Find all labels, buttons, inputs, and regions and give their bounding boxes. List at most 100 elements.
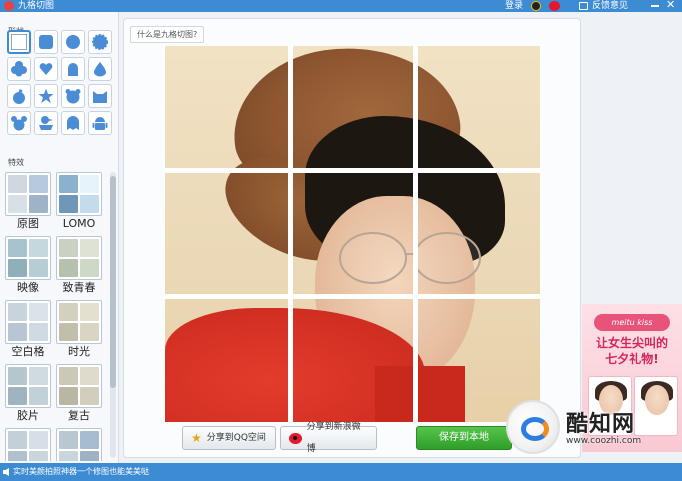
android-icon [92, 117, 108, 130]
effect-thumbnail [5, 300, 51, 344]
title-bar: 九格切图 登录 反馈意见 ✕ [0, 0, 682, 12]
effect-film[interactable]: 胶片 [5, 364, 51, 423]
qq-icon[interactable] [531, 1, 541, 11]
ad-headline-2: 七夕礼物! [605, 352, 659, 366]
star-icon [38, 88, 54, 103]
arch-icon [68, 63, 78, 76]
feedback-link[interactable]: 反馈意见 [592, 0, 628, 12]
effect-original[interactable]: 原图 [5, 172, 51, 231]
circle-icon [66, 35, 80, 49]
effect-item[interactable] [56, 428, 102, 461]
shape-bear-button[interactable] [61, 84, 85, 108]
window-title: 九格切图 [18, 1, 55, 11]
effect-label: 原图 [17, 217, 39, 230]
thumbnail-tile [29, 195, 48, 213]
shape-grid [7, 30, 115, 135]
shape-arch-button[interactable] [61, 57, 85, 81]
thumbnail-tile [80, 195, 99, 213]
thumbnail-tile [29, 303, 48, 321]
effect-yingxiang[interactable]: 映像 [5, 236, 51, 295]
shape-scallop-button[interactable] [88, 30, 112, 54]
watermark-logo-mark [521, 417, 549, 441]
thumbnail-tile [29, 175, 48, 193]
shape-flower-button[interactable] [7, 57, 31, 81]
thumbnail-tile [29, 451, 48, 461]
shape-drop-button[interactable] [88, 57, 112, 81]
effect-youth[interactable]: 致青春 [56, 236, 102, 295]
shape-star-button[interactable] [34, 84, 58, 108]
effects-scrollbar[interactable] [110, 172, 116, 458]
effect-thumbnail [56, 300, 102, 344]
effect-item[interactable] [5, 428, 51, 461]
shape-square-button[interactable] [7, 30, 31, 54]
thumbnail-tile [29, 259, 48, 277]
thumbnail-tile [29, 387, 48, 405]
login-link[interactable]: 登录 [505, 0, 523, 12]
thumbnail-tile [59, 303, 78, 321]
effect-thumbnail [56, 364, 102, 408]
save-local-label: 保存到本地 [439, 432, 489, 443]
thumbnail-tile [80, 259, 99, 277]
effect-lomo[interactable]: LOMO [56, 172, 102, 231]
thumbnail-tile [8, 303, 27, 321]
scallop-icon [92, 34, 108, 50]
share-qzone-label: 分享到QQ空间 [206, 433, 266, 443]
shape-apple-button[interactable] [7, 84, 31, 108]
bear-icon [11, 116, 27, 131]
effect-time[interactable]: 时光 [56, 300, 102, 359]
effects-list: 原图 LOMO 映像 致青春 空白格 时光 胶片 复古 [5, 172, 111, 461]
ad-headline-1: 让女生尖叫的 [595, 336, 668, 350]
status-text[interactable]: 实时美颜拍照神器一个修图也能美美哒 [13, 463, 149, 481]
thumbnail-tile [59, 451, 78, 461]
thumbnail-tile [59, 431, 78, 449]
feedback-icon[interactable] [579, 2, 588, 10]
shape-rounded-square-button[interactable] [34, 30, 58, 54]
save-local-button[interactable]: 保存到本地 [416, 426, 512, 450]
effect-label: 胶片 [17, 409, 39, 422]
thumbnail-tile [59, 323, 78, 341]
shape-cat-button[interactable] [88, 84, 112, 108]
close-button[interactable]: ✕ [666, 0, 675, 11]
weibo-icon[interactable] [549, 1, 560, 11]
thumbnail-tile [59, 387, 78, 405]
square-icon [11, 34, 27, 50]
ad-brand: meitu kiss [594, 314, 670, 331]
share-weibo-button[interactable]: 分享到新浪微博 [280, 422, 377, 454]
effect-label: 空白格 [11, 345, 45, 358]
thumbnail-tile [29, 239, 48, 257]
effect-blank-grid[interactable]: 空白格 [5, 300, 51, 359]
thumbnail-tile [80, 387, 99, 405]
thumbnail-tile [8, 431, 27, 449]
thumbnail-tile [29, 323, 48, 341]
shape-ghost-button[interactable] [61, 111, 85, 135]
photo-glasses [339, 232, 481, 284]
effect-thumbnail [5, 364, 51, 408]
shape-circle-button[interactable] [61, 30, 85, 54]
photo-shirt-shade [375, 366, 465, 422]
thumbnail-tile [80, 451, 99, 461]
share-qzone-button[interactable]: ★ 分享到QQ空间 [182, 426, 276, 450]
shape-duck-button[interactable] [34, 111, 58, 135]
effect-retro[interactable]: 复古 [56, 364, 102, 423]
weibo-icon [289, 432, 302, 444]
thumbnail-tile [8, 387, 27, 405]
effect-label: 致青春 [62, 281, 96, 294]
thumbnail-tile [8, 451, 27, 461]
help-link[interactable]: 什么是九格切图? [130, 26, 205, 43]
thumbnail-tile [29, 367, 48, 385]
shape-android-button[interactable] [88, 111, 112, 135]
shape-heart-button[interactable] [34, 57, 58, 81]
ghost-icon [67, 116, 79, 130]
grid-line-horizontal [165, 168, 540, 173]
effect-thumbnail [56, 428, 102, 461]
shape-bear-ears-button[interactable] [7, 111, 31, 135]
effect-thumbnail [5, 428, 51, 461]
scrollbar-thumb[interactable] [110, 176, 116, 388]
flower-icon [11, 61, 27, 77]
thumbnail-tile [8, 175, 27, 193]
effect-label: LOMO [62, 217, 96, 230]
effect-thumbnail [5, 236, 51, 280]
effect-label: 时光 [68, 345, 90, 358]
minimize-button[interactable] [651, 5, 659, 7]
effect-label: 复古 [68, 409, 90, 422]
